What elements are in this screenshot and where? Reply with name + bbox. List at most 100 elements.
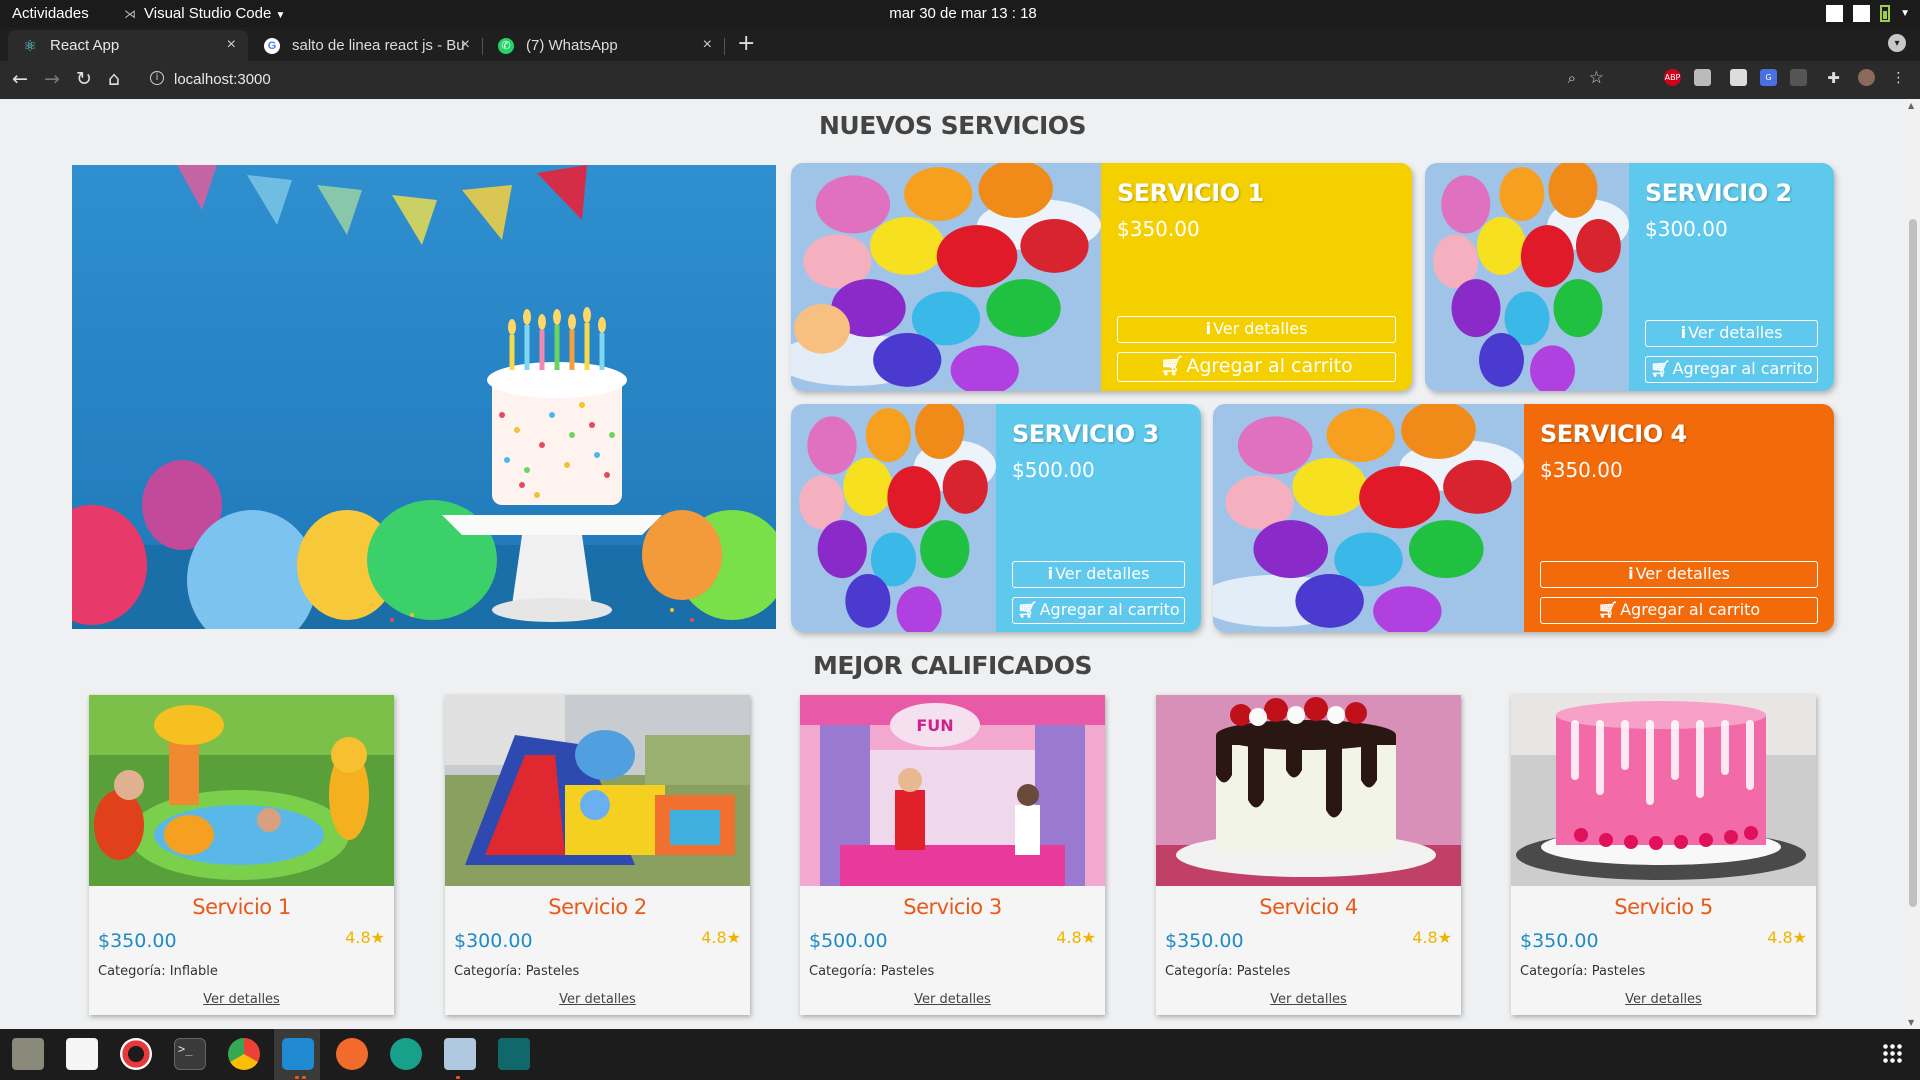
page-scrollbar[interactable]: ▲ ▼ <box>1905 99 1920 1029</box>
running-indicator <box>302 1076 306 1079</box>
menu-kebab-icon[interactable]: ⋮ <box>1890 69 1907 86</box>
back-icon[interactable]: ← <box>12 69 28 89</box>
service-card-2[interactable]: SERVICIO 2 $300.00 i Ver detalles 🛒︎ Agreg… <box>1425 163 1834 391</box>
service-card-4[interactable]: SERVICIO 4 $350.00 i Ver detalles 🛒︎ Agreg… <box>1213 404 1834 632</box>
service-price: $500.00 <box>1012 458 1095 482</box>
details-link[interactable]: Ver detalles <box>1156 992 1461 1007</box>
service-card-3[interactable]: SERVICIO 3 $500.00 i Ver detalles 🛒︎ Agreg… <box>791 404 1201 632</box>
url-text[interactable]: localhost:3000 <box>174 71 271 88</box>
add-to-cart-button[interactable]: 🛒︎ Agregar al carrito <box>1117 352 1396 382</box>
chevron-down-icon[interactable]: ▼ <box>1900 8 1910 19</box>
rated-card-5[interactable]: Servicio 5 $350.00 4.8★ Categoría: Paste… <box>1511 695 1816 1015</box>
home-icon[interactable]: ⌂ <box>108 69 120 89</box>
tab-react-app[interactable]: ⚛ React App × <box>8 30 248 61</box>
star-icon: ★ <box>1792 928 1807 947</box>
clock[interactable]: mar 30 de mar 13 : 18 <box>888 5 1038 22</box>
rated-price: $350.00 <box>1520 930 1599 952</box>
rated-category: Categoría: Pasteles <box>1165 964 1291 979</box>
extension-icon[interactable] <box>1790 69 1807 86</box>
balloons-image <box>791 404 996 632</box>
tray-window-icon[interactable] <box>1853 5 1871 22</box>
software-icon[interactable] <box>66 1038 98 1070</box>
extension-icon[interactable] <box>1694 69 1711 86</box>
new-tab-button[interactable]: + <box>737 31 755 56</box>
details-link[interactable]: Ver detalles <box>1511 992 1816 1007</box>
chevron-down-icon: ▼ <box>275 10 286 21</box>
rated-card-4[interactable]: Servicio 4 $350.00 4.8★ Categoría: Paste… <box>1156 695 1461 1015</box>
reload-icon[interactable]: ↻ <box>76 69 92 89</box>
files-icon[interactable] <box>12 1038 44 1070</box>
rated-price: $350.00 <box>1165 930 1244 952</box>
app-menu[interactable]: ⋊ Visual Studio Code ▼ <box>124 5 285 22</box>
add-to-cart-button[interactable]: 🛒︎ Agregar al carrito <box>1645 356 1818 383</box>
scroll-up-icon[interactable]: ▲ <box>1908 101 1914 110</box>
close-icon[interactable]: × <box>461 36 470 54</box>
details-link[interactable]: Ver detalles <box>445 992 750 1007</box>
tab-google-search[interactable]: G salto de linea react js - Bu × <box>250 30 483 61</box>
rated-price: $350.00 <box>98 930 177 952</box>
abp-icon[interactable]: ABP <box>1664 69 1681 86</box>
tab-title: (7) WhatsApp <box>526 37 618 54</box>
close-icon[interactable]: × <box>703 36 712 54</box>
details-button[interactable]: i Ver detalles <box>1117 316 1396 343</box>
app-icon[interactable] <box>498 1038 530 1070</box>
battery-icon[interactable] <box>1880 5 1891 22</box>
forward-icon[interactable]: → <box>44 69 60 89</box>
tab-separator <box>724 38 725 55</box>
rated-card-3[interactable]: FUN Servicio 3 $500.00 4.8★ Categoría: P… <box>800 695 1105 1015</box>
postman-icon[interactable] <box>336 1038 368 1070</box>
close-icon[interactable]: × <box>227 36 236 54</box>
service-panel: SERVICIO 3 $500.00 i Ver detalles 🛒︎ Agreg… <box>996 404 1201 632</box>
rated-card-2[interactable]: Servicio 2 $300.00 4.8★ Categoría: Paste… <box>445 695 750 1015</box>
star-icon: ★ <box>726 928 741 947</box>
details-label: Ver detalles <box>1688 323 1783 342</box>
google-icon: G <box>264 37 280 54</box>
details-label: Ver detalles <box>1213 319 1308 338</box>
tab-title: salto de linea react js - Bu <box>292 37 465 54</box>
system-tray[interactable]: ▼ <box>1826 5 1910 22</box>
screenshot-icon[interactable] <box>444 1038 476 1070</box>
top-rated-title: MEJOR CALIFICADOS <box>813 651 1092 680</box>
tab-search-icon[interactable]: ▾ <box>1888 34 1906 52</box>
svg-text:FUN: FUN <box>916 716 953 735</box>
service-name: SERVICIO 4 <box>1540 420 1687 448</box>
details-button[interactable]: i Ver detalles <box>1540 561 1818 588</box>
rated-category: Categoría: Pasteles <box>809 964 935 979</box>
puzzle-icon[interactable]: ✚ <box>1825 69 1842 87</box>
scroll-down-icon[interactable]: ▼ <box>1908 1018 1914 1027</box>
add-to-cart-button[interactable]: 🛒︎ Agregar al carrito <box>1012 597 1185 624</box>
details-label: Ver detalles <box>1635 564 1730 583</box>
rated-name: Servicio 1 <box>192 895 291 919</box>
info-icon: i <box>1680 323 1687 342</box>
service-card-1[interactable]: SERVICIO 1 $350.00 i Ver detalles 🛒︎ Agreg… <box>791 163 1412 391</box>
add-to-cart-button[interactable]: 🛒︎ Agregar al carrito <box>1540 597 1818 624</box>
extension-icon[interactable] <box>1730 69 1747 86</box>
bounce-slide-image <box>445 695 750 886</box>
show-applications-icon[interactable] <box>1882 1043 1904 1065</box>
chrome-icon[interactable] <box>228 1038 260 1070</box>
rating-value: 4.8 <box>1056 928 1082 947</box>
scrollbar-thumb[interactable] <box>1909 219 1917 907</box>
rating: 4.8★ <box>1056 928 1096 947</box>
tab-whatsapp[interactable]: ✆ (7) WhatsApp × <box>484 30 725 61</box>
vscode-icon[interactable] <box>282 1038 314 1070</box>
details-button[interactable]: i Ver detalles <box>1645 320 1818 347</box>
rated-card-1[interactable]: Servicio 1 $350.00 4.8★ Categoría: Infla… <box>89 695 394 1015</box>
running-indicator <box>295 1076 299 1079</box>
tray-window-icon[interactable] <box>1826 5 1844 22</box>
profile-icon[interactable] <box>1858 69 1875 86</box>
details-link[interactable]: Ver detalles <box>89 992 394 1007</box>
gitkraken-icon[interactable] <box>390 1038 422 1070</box>
details-link[interactable]: Ver detalles <box>800 992 1105 1007</box>
translate-icon[interactable]: G <box>1760 69 1777 86</box>
info-icon[interactable]: i <box>150 71 164 85</box>
help-icon[interactable] <box>120 1038 152 1070</box>
activities-button[interactable]: Actividades <box>12 5 89 22</box>
bookmark-star-icon[interactable]: ☆ <box>1589 68 1604 88</box>
terminal-icon[interactable]: >_ <box>174 1038 206 1070</box>
dock: >_ <box>0 1029 1920 1080</box>
address-bar[interactable]: i localhost:3000 ⌕ ☆ <box>142 66 1612 94</box>
zoom-icon[interactable]: ⌕ <box>1568 69 1576 87</box>
details-button[interactable]: i Ver detalles <box>1012 561 1185 588</box>
rated-name: Servicio 5 <box>1614 895 1713 919</box>
